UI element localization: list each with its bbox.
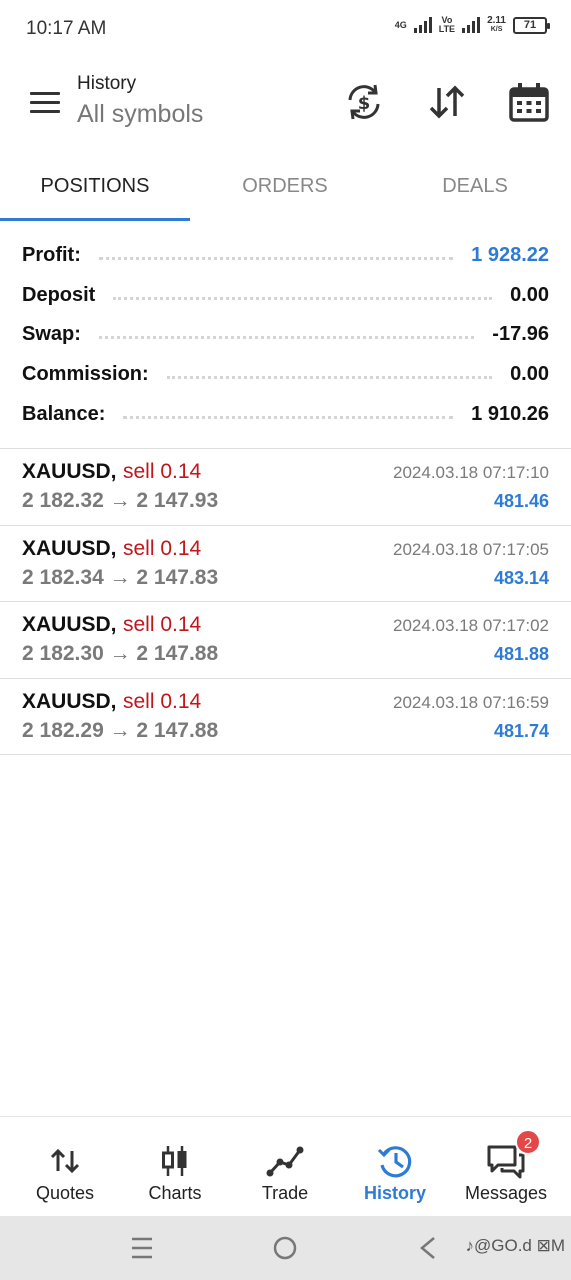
menu-icon[interactable] xyxy=(30,92,60,114)
leader-dots xyxy=(98,336,475,340)
summary-label: Balance: xyxy=(22,402,106,425)
bottom-nav: Quotes Charts Trade History 2 Messages xyxy=(0,1116,571,1216)
summary-label: Commission: xyxy=(22,363,149,386)
home-icon[interactable] xyxy=(267,1230,303,1266)
nav-trade[interactable]: Trade xyxy=(228,1117,342,1217)
position-side: sell 0.14 xyxy=(123,460,202,483)
position-symbol: XAUUSD, xyxy=(22,536,117,560)
position-symbol: XAUUSD, xyxy=(22,689,117,713)
leader-dots xyxy=(123,415,454,419)
leader-dots xyxy=(166,376,493,380)
summary-label: Deposit xyxy=(22,283,96,306)
nav-history[interactable]: History xyxy=(338,1117,452,1217)
position-profit: 481.46 xyxy=(493,491,549,511)
leader-dots xyxy=(113,296,493,300)
tab-positions[interactable]: POSITIONS xyxy=(0,158,190,218)
position-profit: 483.14 xyxy=(493,567,549,588)
positions-list: XAUUSD, sell 0.14 2 182.32 → 2 147.93 20… xyxy=(0,449,571,755)
candlestick-icon xyxy=(162,1146,187,1176)
watermark: ♪@GO.d ⊠M xyxy=(465,1236,565,1255)
network-4g-label: 4G xyxy=(394,19,407,30)
summary-label: Profit: xyxy=(22,244,81,267)
calendar-icon[interactable] xyxy=(507,80,551,124)
tab-deals[interactable]: DEALS xyxy=(380,158,570,218)
page-title: History xyxy=(77,73,137,94)
position-time: 2024.03.18 07:17:10 xyxy=(393,463,549,482)
history-clock-icon xyxy=(377,1146,412,1178)
position-prices: 2 182.34 → 2 147.83 xyxy=(22,565,219,589)
unread-badge: 2 xyxy=(515,1129,541,1155)
signal-icon-2 xyxy=(462,17,481,33)
status-bar: 10:17 AM 4G Vo LTE 2.11 K/S 71 xyxy=(0,0,571,58)
nav-label: Messages xyxy=(464,1183,548,1203)
title-block: History All symbols xyxy=(77,73,203,129)
trade-line-icon xyxy=(266,1146,304,1177)
list-item[interactable]: XAUUSD, sell 0.14 2 182.29 → 2 147.88 20… xyxy=(0,679,571,755)
summary-value: 0.00 xyxy=(510,363,549,386)
currency-sync-icon[interactable]: $ xyxy=(342,80,386,124)
summary-row-balance: Balance: 1 910.26 xyxy=(0,394,571,434)
position-time: 2024.03.18 07:17:05 xyxy=(393,539,549,559)
list-item[interactable]: XAUUSD, sell 0.14 2 182.34 → 2 147.83 20… xyxy=(0,526,571,602)
tab-bar: POSITIONS ORDERS DEALS xyxy=(0,158,571,222)
network-speed: 2.11 K/S xyxy=(487,15,506,34)
position-side: sell 0.14 xyxy=(123,613,202,636)
summary-row-swap: Swap: -17.96 xyxy=(0,315,571,355)
svg-text:$: $ xyxy=(358,93,371,114)
position-prices: 2 182.29 → 2 147.88 xyxy=(22,718,219,742)
sort-icon[interactable] xyxy=(425,80,469,124)
position-symbol: XAUUSD, xyxy=(22,613,117,636)
position-side: sell 0.14 xyxy=(123,689,202,713)
list-item[interactable]: XAUUSD, sell 0.14 2 182.32 → 2 147.93 20… xyxy=(0,449,571,526)
app-bar: History All symbols $ xyxy=(0,58,571,158)
volte-label: Vo LTE xyxy=(438,15,456,34)
tab-orders[interactable]: ORDERS xyxy=(190,158,380,218)
symbol-filter[interactable]: All symbols xyxy=(77,100,203,129)
status-time: 10:17 AM xyxy=(26,18,107,39)
summary-value: 1 910.26 xyxy=(471,402,549,425)
position-time: 2024.03.18 07:16:59 xyxy=(393,692,549,712)
quotes-arrows-icon xyxy=(50,1148,80,1174)
position-time: 2024.03.18 07:17:02 xyxy=(393,616,549,635)
summary-value: 0.00 xyxy=(510,283,549,306)
list-item[interactable]: XAUUSD, sell 0.14 2 182.30 → 2 147.88 20… xyxy=(0,602,571,679)
summary-label: Swap: xyxy=(22,323,81,346)
back-icon[interactable] xyxy=(410,1230,446,1266)
position-prices: 2 182.32 → 2 147.93 xyxy=(22,489,219,512)
summary-row-profit: Profit: 1 928.22 xyxy=(0,236,571,276)
battery-icon: 71 xyxy=(513,16,550,34)
nav-label: Charts xyxy=(148,1183,202,1203)
position-profit: 481.88 xyxy=(493,644,549,664)
position-side: sell 0.14 xyxy=(123,536,202,560)
nav-label: Trade xyxy=(261,1183,309,1203)
tab-indicator xyxy=(0,218,190,221)
summary-row-commission: Commission: 0.00 xyxy=(0,355,571,395)
position-symbol: XAUUSD, xyxy=(22,460,117,483)
position-prices: 2 182.30 → 2 147.88 xyxy=(22,642,219,665)
leader-dots xyxy=(98,257,454,261)
summary-value: -17.96 xyxy=(492,323,549,346)
summary-section: Profit: 1 928.22 Deposit 0.00 Swap: -17.… xyxy=(0,236,571,434)
nav-messages[interactable]: 2 Messages xyxy=(449,1117,563,1217)
position-profit: 481.74 xyxy=(493,720,549,741)
signal-icon xyxy=(413,17,432,33)
nav-label: History xyxy=(363,1183,426,1203)
summary-row-deposit: Deposit 0.00 xyxy=(0,276,571,316)
status-icons: 4G Vo LTE 2.11 K/S 71 xyxy=(394,15,550,34)
nav-label: Quotes xyxy=(35,1183,95,1203)
recent-apps-icon[interactable] xyxy=(124,1230,160,1266)
summary-value: 1 928.22 xyxy=(471,244,549,267)
system-nav-bar: ♪@GO.d ⊠M xyxy=(0,1216,571,1280)
nav-quotes[interactable]: Quotes xyxy=(8,1117,122,1217)
nav-charts[interactable]: Charts xyxy=(118,1117,232,1217)
